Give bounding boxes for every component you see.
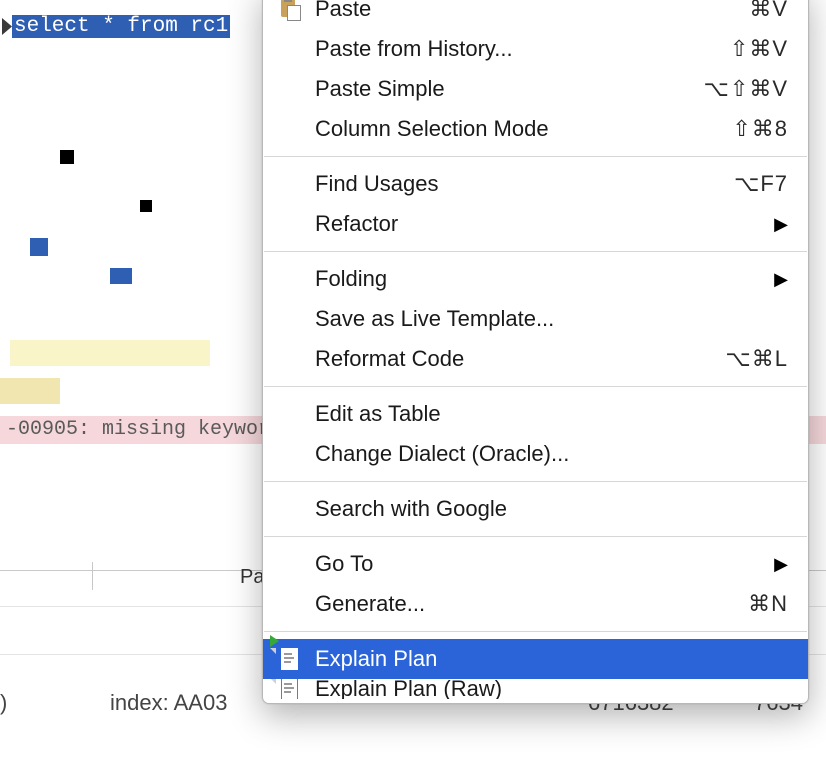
submenu-arrow-icon: ▶ [774, 554, 788, 575]
caret-icon [2, 18, 12, 35]
menu-shortcut: ⌥F7 [734, 171, 788, 197]
menu-edit-as-table[interactable]: Edit as Table [263, 394, 808, 434]
menu-label: Edit as Table [315, 401, 441, 427]
menu-shortcut: ⇧⌘8 [732, 116, 788, 142]
menu-reformat[interactable]: Reformat Code ⌥⌘L [263, 339, 808, 379]
submenu-arrow-icon: ▶ [774, 269, 788, 290]
menu-folding[interactable]: Folding ▶ [263, 259, 808, 299]
menu-separator [264, 481, 807, 482]
menu-save-template[interactable]: Save as Live Template... [263, 299, 808, 339]
paste-icon [279, 0, 303, 21]
cell-paren: ) [0, 690, 7, 716]
menu-separator [264, 631, 807, 632]
menu-label: Explain Plan (Raw) [315, 679, 502, 699]
pixel-artifact [140, 200, 152, 212]
explain-plan-raw-icon [279, 679, 303, 699]
menu-label: Explain Plan [315, 646, 437, 672]
menu-shortcut: ⌘N [748, 591, 788, 617]
pixel-artifact [60, 150, 74, 164]
column-separator [92, 562, 93, 590]
sql-error-text: -00905: missing keyword [6, 418, 282, 441]
menu-separator [264, 251, 807, 252]
submenu-arrow-icon: ▶ [774, 214, 788, 235]
menu-explain-plan[interactable]: Explain Plan [263, 639, 808, 679]
cell-index: index: AA03 [110, 690, 227, 716]
menu-separator [264, 386, 807, 387]
menu-shortcut: ⌥⌘L [725, 346, 788, 372]
sql-selected-text: select * from rc1 [12, 15, 230, 38]
menu-label: Reformat Code [315, 346, 464, 372]
editor-context-menu: Paste ⌘V Paste from History... ⇧⌘V Paste… [262, 0, 809, 704]
pixel-artifact [30, 238, 48, 256]
menu-generate[interactable]: Generate... ⌘N [263, 584, 808, 624]
sql-selected-line: select * from rc1 [0, 15, 230, 38]
menu-find-usages[interactable]: Find Usages ⌥F7 [263, 164, 808, 204]
menu-shortcut: ⌘V [749, 0, 788, 22]
pixel-artifact [110, 268, 132, 284]
menu-label: Paste from History... [315, 36, 513, 62]
menu-label: Change Dialect (Oracle)... [315, 441, 569, 467]
menu-column-selection[interactable]: Column Selection Mode ⇧⌘8 [263, 109, 808, 149]
menu-go-to[interactable]: Go To ▶ [263, 544, 808, 584]
highlight-blotch [10, 340, 210, 366]
menu-shortcut: ⇧⌘V [730, 36, 788, 62]
menu-search-google[interactable]: Search with Google [263, 489, 808, 529]
menu-label: Go To [315, 551, 373, 577]
menu-label: Paste [315, 0, 371, 22]
menu-change-dialect[interactable]: Change Dialect (Oracle)... [263, 434, 808, 474]
menu-paste-simple[interactable]: Paste Simple ⌥⇧⌘V [263, 69, 808, 109]
menu-refactor[interactable]: Refactor ▶ [263, 204, 808, 244]
menu-label: Refactor [315, 211, 398, 237]
explain-plan-icon [279, 647, 303, 671]
menu-label: Save as Live Template... [315, 306, 554, 332]
menu-separator [264, 156, 807, 157]
highlight-blotch [0, 378, 60, 404]
menu-explain-plan-raw[interactable]: Explain Plan (Raw) [263, 679, 808, 699]
menu-label: Paste Simple [315, 76, 445, 102]
menu-paste-history[interactable]: Paste from History... ⇧⌘V [263, 29, 808, 69]
menu-paste[interactable]: Paste ⌘V [263, 0, 808, 29]
menu-label: Find Usages [315, 171, 439, 197]
menu-label: Column Selection Mode [315, 116, 549, 142]
menu-separator [264, 536, 807, 537]
menu-shortcut: ⌥⇧⌘V [704, 76, 788, 102]
menu-label: Folding [315, 266, 387, 292]
menu-label: Search with Google [315, 496, 507, 522]
menu-label: Generate... [315, 591, 425, 617]
